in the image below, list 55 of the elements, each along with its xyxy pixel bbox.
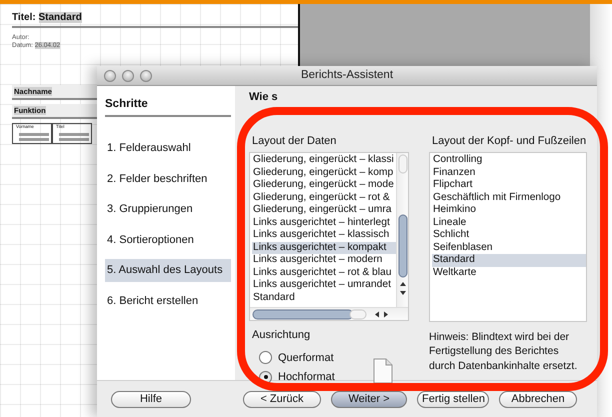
radio-label: Querformat bbox=[278, 350, 334, 366]
list-item[interactable]: Gliederung, eingerückt – umra bbox=[252, 204, 396, 216]
step-item[interactable]: 2. Felder beschriften bbox=[105, 168, 231, 190]
list-item[interactable]: Gliederung, eingerückt – rot & bbox=[252, 192, 396, 204]
radio-label: Hochformat bbox=[278, 370, 335, 385]
list-label: Layout der Daten bbox=[251, 134, 338, 148]
list-item[interactable]: Links ausgerichtet – umrandet bbox=[252, 279, 396, 292]
field-label: Titel: bbox=[12, 12, 36, 23]
step-item[interactable]: 1. Felderauswahl bbox=[105, 137, 231, 160]
list-item[interactable]: Links ausgerichtet – klassisch bbox=[252, 229, 396, 242]
page-icon bbox=[372, 358, 393, 384]
list-item[interactable]: Links ausgerichtet – hinterlegt bbox=[252, 216, 396, 229]
placeholder-text bbox=[59, 138, 89, 142]
window-button[interactable] bbox=[122, 70, 134, 82]
radio-button[interactable] bbox=[259, 351, 272, 364]
steps-heading: Schritte bbox=[105, 96, 231, 118]
wizard-button[interactable]: Fertig stellen bbox=[417, 390, 489, 408]
list-item[interactable]: Flipchart bbox=[432, 179, 586, 192]
list-item[interactable]: Weltkarte bbox=[432, 266, 586, 279]
list-item[interactable]: Links ausgerichtet – kompakt bbox=[252, 242, 396, 254]
step-item[interactable]: 5. Auswahl des Layouts bbox=[105, 259, 231, 282]
wizard-button[interactable]: Hilfe bbox=[111, 390, 191, 408]
list-item[interactable]: Controlling bbox=[432, 154, 586, 166]
hint-text: Hinweis: Blindtext wird bei der Fertigstellung des Berichtes durch Datenbankinhalte ersetzt. bbox=[429, 330, 578, 374]
window-title: Berichts-Assistent bbox=[300, 68, 394, 81]
list-item[interactable]: Gliederung, eingerückt – komp bbox=[252, 166, 396, 179]
field-value: Standard bbox=[38, 12, 82, 23]
list-item[interactable]: Standard bbox=[252, 292, 396, 304]
step-item[interactable]: 4. Sortieroptionen bbox=[105, 228, 231, 252]
list-label: Layout der Kopf- und Fußzeilen bbox=[431, 134, 587, 148]
window-button[interactable] bbox=[140, 70, 152, 82]
list-item[interactable]: Standard bbox=[432, 254, 586, 266]
list-item[interactable]: Gliederung, eingerückt – mode bbox=[252, 179, 396, 192]
list-item[interactable]: Gliederung, eingerückt – klassi bbox=[252, 154, 396, 166]
step-item[interactable]: 6. Bericht erstellen bbox=[105, 290, 231, 312]
list-item[interactable]: Geschäftlich mit Firmenlogo bbox=[432, 192, 586, 204]
list-item[interactable]: Lineale bbox=[432, 216, 586, 229]
placeholder-text bbox=[19, 133, 49, 136]
list-item[interactable]: Seifenblasen bbox=[432, 242, 586, 254]
wizard-button[interactable]: < Zurück bbox=[243, 390, 321, 408]
list-item[interactable]: Heimkino bbox=[432, 204, 586, 216]
step-item[interactable]: 3. Gruppierungen bbox=[105, 198, 231, 221]
question-heading: Wie s bbox=[249, 90, 279, 105]
window-button[interactable] bbox=[104, 70, 116, 82]
list-item[interactable]: Links ausgerichtet – rot & blau bbox=[252, 266, 396, 279]
placeholder-text bbox=[19, 138, 49, 142]
wizard-button[interactable]: Weiter > bbox=[331, 390, 407, 408]
list-item[interactable]: Schlicht bbox=[432, 229, 586, 242]
wizard-button[interactable]: Abbrechen bbox=[499, 390, 577, 408]
list-item[interactable]: Finanzen bbox=[432, 166, 586, 179]
horizontal-scrollbar[interactable] bbox=[250, 307, 408, 320]
group-label: Ausrichtung bbox=[251, 328, 312, 343]
placeholder-text bbox=[59, 133, 89, 136]
list-item[interactable]: Links ausgerichtet – modern bbox=[252, 254, 396, 266]
vertical-scrollbar[interactable] bbox=[396, 153, 408, 307]
